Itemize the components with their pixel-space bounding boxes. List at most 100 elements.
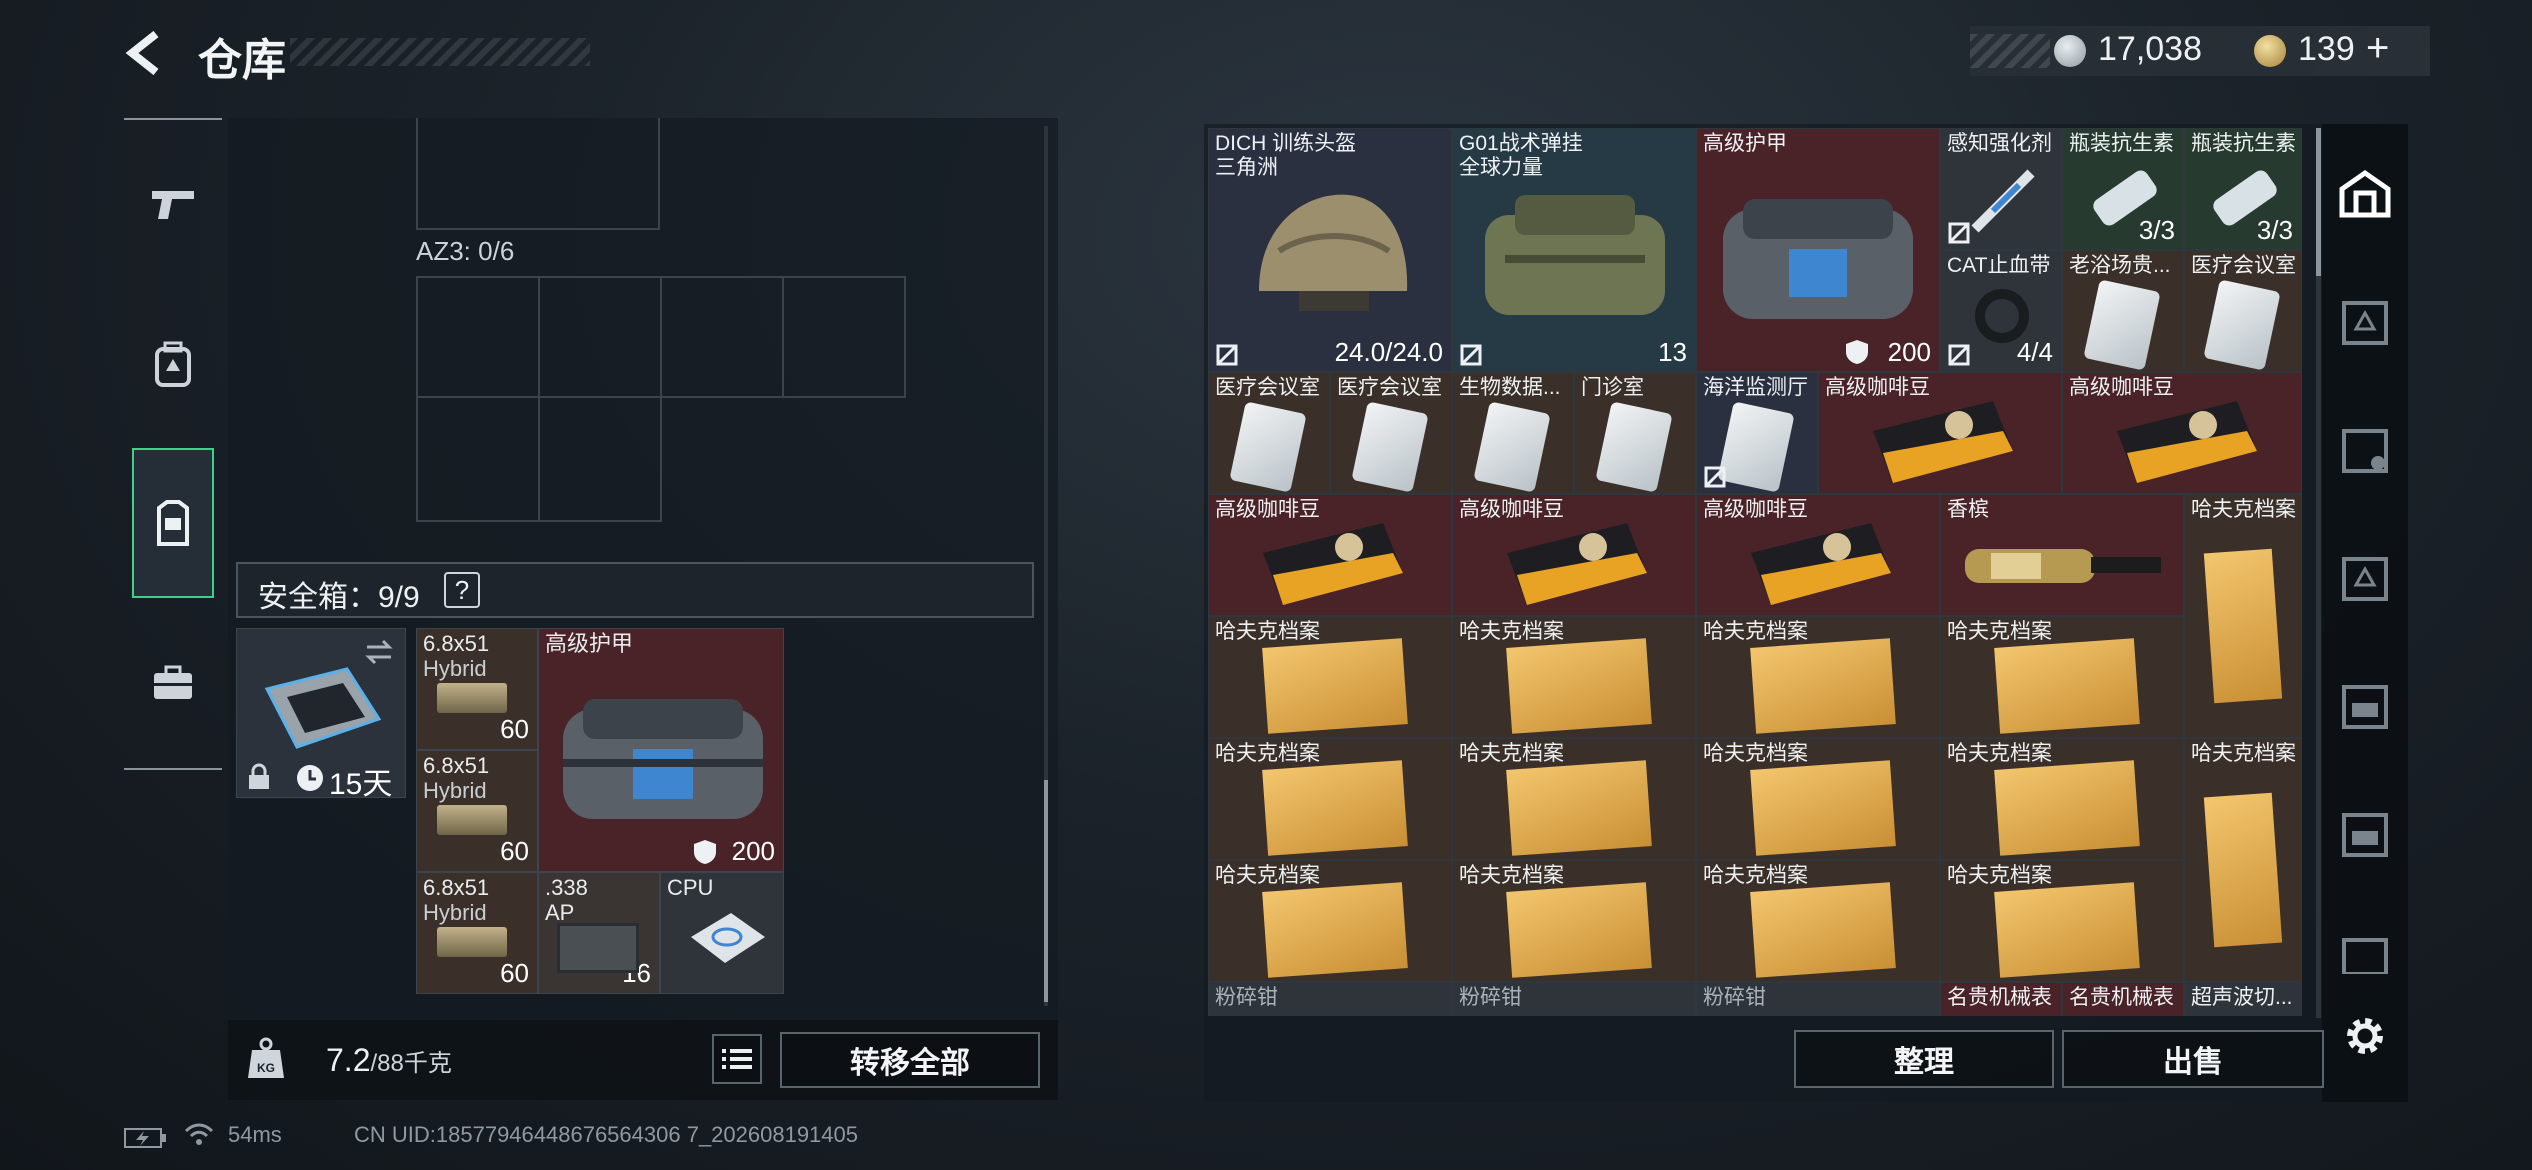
- nav-tab-weapon[interactable]: [132, 130, 214, 280]
- item-name: 高级咖啡豆: [2069, 376, 2174, 399]
- storage-item-archive[interactable]: 哈夫克档案: [1452, 860, 1696, 982]
- keycard-image: [1595, 401, 1673, 493]
- storage-item-cutter[interactable]: 粉碎钳: [1452, 982, 1696, 1016]
- storage-item-keycard[interactable]: 海洋监测厅: [1696, 372, 1818, 494]
- storage-item-coffee[interactable]: 高级咖啡豆: [1208, 494, 1452, 616]
- filter-storage-2-button[interactable]: [2322, 410, 2408, 490]
- storage-item-archive[interactable]: 哈夫克档案: [1696, 616, 1940, 738]
- storage-item-coffee[interactable]: 高级咖啡豆: [2062, 372, 2302, 494]
- storage-item-coffee[interactable]: 高级咖啡豆: [1818, 372, 2062, 494]
- transfer-all-button[interactable]: 转移全部: [780, 1032, 1040, 1088]
- cpu-slot[interactable]: CPU: [660, 872, 784, 994]
- armor-slot[interactable]: 高级护甲 200: [538, 628, 784, 872]
- storage-item-keycard[interactable]: 医疗会议室: [1208, 372, 1330, 494]
- vest-icon: [157, 500, 189, 546]
- storage-item-armor[interactable]: 高级护甲 200: [1696, 128, 1940, 372]
- nav-tab-backpack[interactable]: [132, 290, 214, 440]
- back-button[interactable]: [120, 28, 170, 78]
- storage-item-antibiotic[interactable]: 瓶装抗生素 3/3: [2184, 128, 2302, 250]
- item-name: 高级咖啡豆: [1703, 498, 1808, 521]
- storage-item-keycard[interactable]: 医疗会议室: [1330, 372, 1452, 494]
- storage-item-antibiotic[interactable]: 瓶装抗生素 3/3: [2062, 128, 2184, 250]
- ammo-box-image: [437, 683, 507, 713]
- storage-item-champagne[interactable]: 香槟: [1940, 494, 2184, 616]
- storage-item-archive[interactable]: 哈夫克档案: [1940, 860, 2184, 982]
- settings-button[interactable]: [2322, 996, 2408, 1076]
- item-subname: AP: [545, 900, 575, 925]
- item-name: 哈夫克档案: [1215, 620, 1320, 643]
- item-name: DICH 训练头盔: [1215, 132, 1357, 155]
- storage-item-watch[interactable]: 名贵机械表: [1940, 982, 2062, 1016]
- storage-item-tourniquet[interactable]: CAT止血带 4/4: [1940, 250, 2062, 372]
- nav-tab-vest[interactable]: [132, 448, 214, 598]
- sell-button[interactable]: 出售: [2062, 1030, 2324, 1088]
- silver-currency-value: 17,038: [2098, 30, 2202, 68]
- lock-icon: [249, 763, 269, 789]
- storage-item-archive[interactable]: 哈夫克档案: [1940, 616, 2184, 738]
- filter-storage-5-button[interactable]: [2322, 794, 2408, 874]
- storage-item-ultrasonic[interactable]: 超声波切...: [2184, 982, 2302, 1016]
- ammo-slot[interactable]: 6.8x51 Hybrid 60: [416, 750, 538, 872]
- storage-item-archive[interactable]: 哈夫克档案: [1940, 738, 2184, 860]
- nav-tab-case[interactable]: [132, 608, 214, 758]
- filter-storage-1-button[interactable]: [2322, 282, 2408, 362]
- add-currency-button[interactable]: +: [2366, 26, 2389, 71]
- battery-icon: [124, 1128, 166, 1148]
- storage-scrollbar-thumb[interactable]: [2316, 128, 2321, 276]
- storage-item-keycard[interactable]: 门诊室: [1574, 372, 1696, 494]
- left-scrollbar-thumb[interactable]: [1044, 780, 1048, 1002]
- storage-item-archive[interactable]: 哈夫克档案: [1208, 616, 1452, 738]
- backpack-icon: [155, 341, 191, 387]
- item-name: 哈夫克档案: [1947, 620, 2052, 643]
- storage-item-keycard[interactable]: 医疗会议室: [2184, 250, 2302, 372]
- storage-item-archive[interactable]: 哈夫克档案: [2184, 738, 2302, 982]
- item-name: CAT止血带: [1947, 254, 2051, 277]
- safe-case-slot[interactable]: 15天: [236, 628, 406, 798]
- ammo-box-image: [437, 927, 507, 957]
- archive-folder-image: [1506, 882, 1652, 978]
- storage-item-coffee[interactable]: 高级咖啡豆: [1696, 494, 1940, 616]
- sort-button[interactable]: 整理: [1794, 1030, 2054, 1088]
- help-button[interactable]: ?: [444, 572, 480, 608]
- storage-item-archive[interactable]: 哈夫克档案: [1208, 860, 1452, 982]
- filter-all-button[interactable]: [2322, 154, 2408, 234]
- storage-box-icon: [2342, 685, 2388, 729]
- ammo-slot[interactable]: .338 AP 16: [538, 872, 660, 994]
- warehouse-icon: [2339, 169, 2391, 218]
- storage-item-archive[interactable]: 哈夫克档案: [2184, 494, 2302, 738]
- storage-item-keycard[interactable]: 生物数据...: [1452, 372, 1574, 494]
- filter-storage-3-button[interactable]: [2322, 538, 2408, 618]
- storage-item-archive[interactable]: 哈夫克档案: [1696, 738, 1940, 860]
- storage-item-helmet[interactable]: DICH 训练头盔 三角洲 24.0/24.0: [1208, 128, 1452, 372]
- ammo-slot[interactable]: 6.8x51 Hybrid 60: [416, 872, 538, 994]
- empty-slot-grid-top[interactable]: [416, 118, 660, 230]
- storage-item-archive[interactable]: 哈夫克档案: [1696, 860, 1940, 982]
- filter-storage-4-button[interactable]: [2322, 666, 2408, 746]
- item-name: 粉碎钳: [1459, 986, 1522, 1009]
- storage-item-watch[interactable]: 名贵机械表: [2062, 982, 2184, 1016]
- item-name: 高级护甲: [545, 631, 634, 656]
- storage-item-stim[interactable]: 感知强化剂: [1940, 128, 2062, 250]
- item-name: 名贵机械表: [2069, 986, 2174, 1009]
- safe-box-label: 安全箱：9/9: [258, 581, 420, 614]
- no-insure-icon: [1216, 344, 1238, 366]
- item-name: 超声波切...: [2191, 986, 2293, 1009]
- ammo-slot[interactable]: 6.8x51 Hybrid 60: [416, 628, 538, 750]
- storage-item-archive[interactable]: 哈夫克档案: [1208, 738, 1452, 860]
- storage-item-cutter[interactable]: 粉碎钳: [1208, 982, 1452, 1016]
- shield-icon: [1846, 340, 1868, 364]
- item-name: 哈夫克档案: [2191, 498, 2296, 521]
- ammo-box-image: [437, 805, 507, 835]
- list-view-button[interactable]: [712, 1034, 762, 1084]
- storage-item-keycard[interactable]: 老浴场贵...: [2062, 250, 2184, 372]
- archive-folder-image: [1262, 760, 1408, 856]
- filter-storage-6-button[interactable]: [2322, 914, 2408, 994]
- item-name: 老浴场贵...: [2069, 254, 2171, 277]
- storage-item-chest-rig[interactable]: G01战术弹挂 全球力量 13: [1452, 128, 1696, 372]
- item-name: 哈夫克档案: [1703, 742, 1808, 765]
- item-name: 门诊室: [1581, 376, 1644, 399]
- storage-item-coffee[interactable]: 高级咖啡豆: [1452, 494, 1696, 616]
- storage-item-cutter[interactable]: 粉碎钳: [1696, 982, 1940, 1016]
- storage-item-archive[interactable]: 哈夫克档案: [1452, 738, 1696, 860]
- storage-item-archive[interactable]: 哈夫克档案: [1452, 616, 1696, 738]
